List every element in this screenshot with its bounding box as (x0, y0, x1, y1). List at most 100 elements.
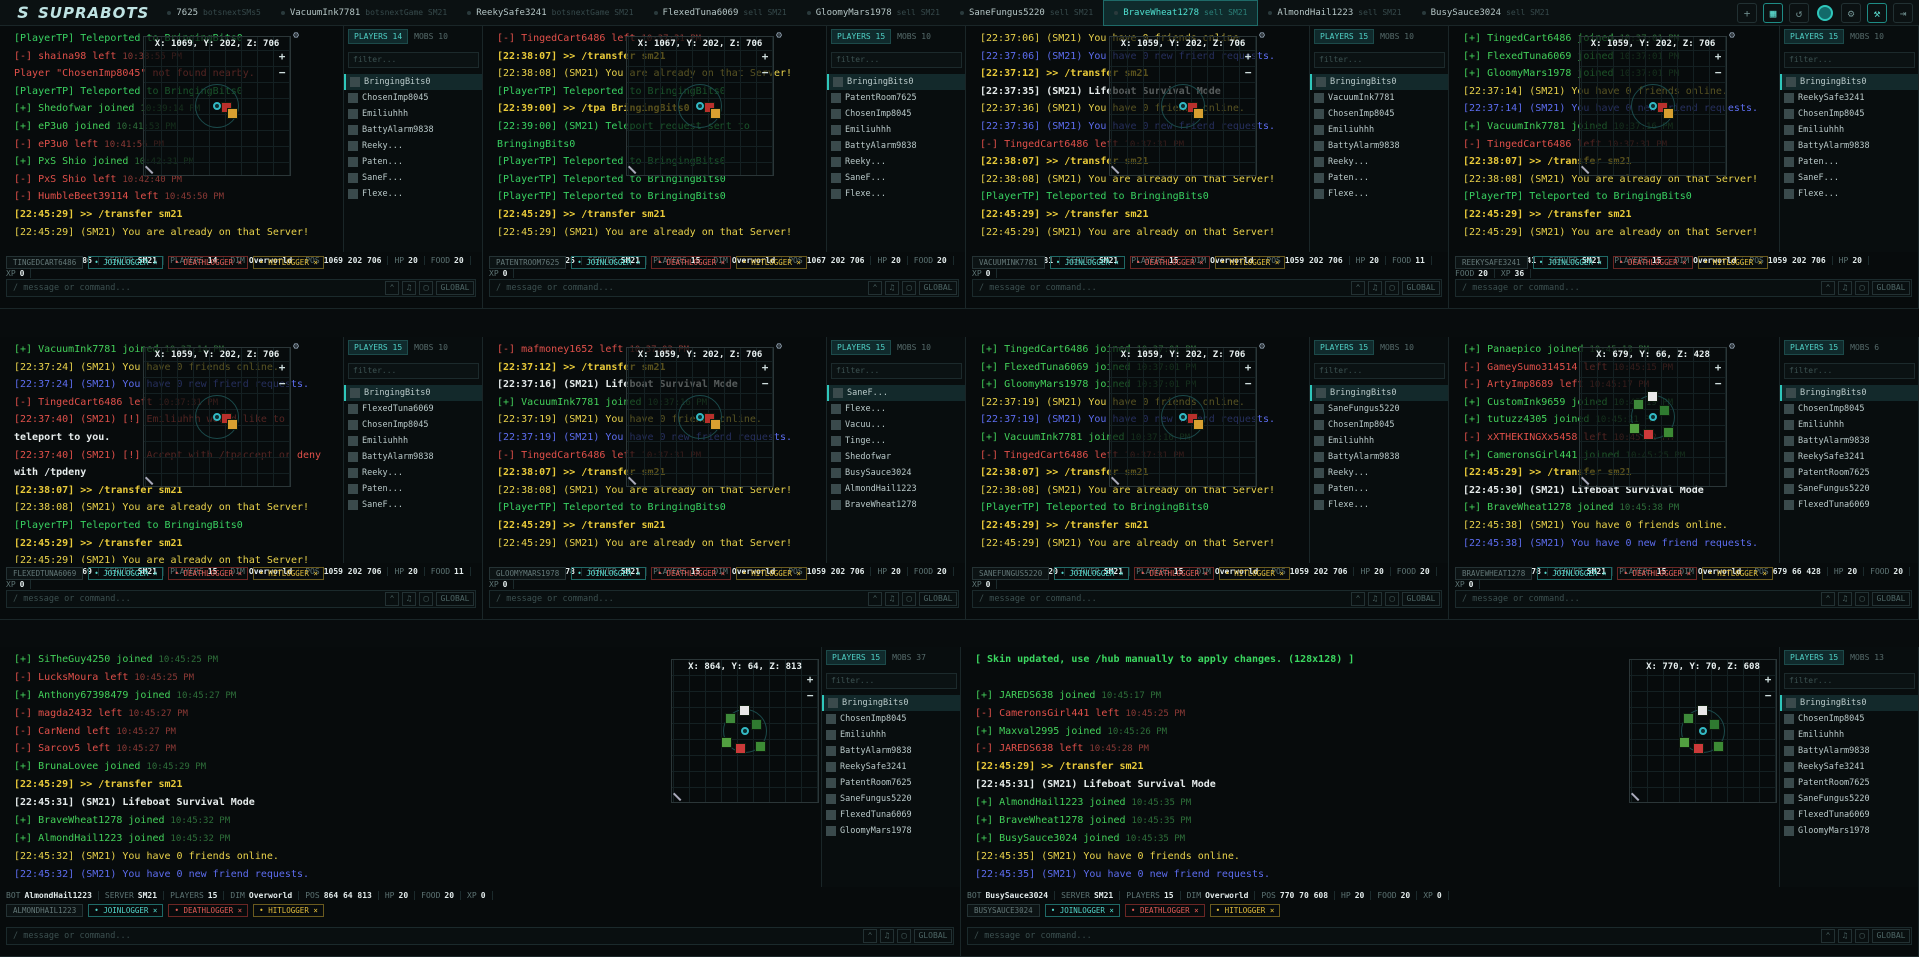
player-list-item[interactable]: Paten... (1310, 170, 1448, 186)
history-icon[interactable]: ↺ (1789, 3, 1809, 23)
player-list-item[interactable]: ChosenImp8045 (1780, 106, 1918, 122)
player-list-item[interactable]: SaneFungus5220 (1310, 401, 1448, 417)
zoom-in-button[interactable]: + (759, 51, 771, 63)
player-list-item[interactable]: AlmondHail1223 (827, 481, 965, 497)
player-list-item[interactable]: FlexedTuna6069 (344, 401, 482, 417)
player-list-item[interactable]: BattyAlarm9838 (822, 743, 960, 759)
deathlogger-tag[interactable]: • DEATHLOGGER × (1129, 256, 1210, 269)
filter-input[interactable]: filter... (1784, 673, 1915, 689)
command-input[interactable]: / message or command... ⌃ ♫ ▢ GLOBAL (489, 279, 959, 297)
joinlogger-tag[interactable]: • JOINLOGGER × (88, 567, 164, 580)
zoom-out-button[interactable]: − (759, 378, 771, 390)
zoom-in-button[interactable]: + (276, 362, 288, 374)
bell-icon[interactable]: ♫ (1368, 281, 1382, 295)
player-list-item[interactable]: BattyAlarm9838 (1780, 743, 1918, 759)
players-tab[interactable]: PLAYERS 14 (348, 28, 409, 44)
bell-icon[interactable]: ♫ (885, 281, 899, 295)
deathlogger-tag[interactable]: • DEATHLOGGER × (1134, 567, 1215, 580)
player-list-item[interactable]: PatentRoom7625 (1780, 465, 1918, 481)
map-settings-icon[interactable]: ⚙ (1259, 341, 1271, 353)
player-list-item[interactable]: Paten... (1780, 154, 1918, 170)
expand-icon[interactable]: ⌃ (1351, 592, 1365, 606)
filter-input[interactable]: filter... (348, 52, 479, 68)
tab-1[interactable]: VacuumInk7781 botsnextGame SM21 (271, 0, 457, 26)
inventory-icon[interactable]: ▢ (1855, 592, 1869, 606)
zoom-in-button[interactable]: + (1712, 51, 1724, 63)
mobs-tab[interactable]: MOBS 10 (1850, 32, 1884, 41)
zoom-out-button[interactable]: − (1242, 378, 1254, 390)
player-list-item[interactable]: Emiliuhhh (827, 122, 965, 138)
map-settings-icon[interactable]: ⚙ (776, 30, 788, 42)
player-list-item[interactable]: SaneF... (827, 170, 965, 186)
player-list-item[interactable]: Flexe... (827, 401, 965, 417)
player-list-item[interactable]: BringingBits0 (827, 74, 965, 90)
zoom-out-button[interactable]: − (1762, 690, 1774, 702)
command-input[interactable]: / message or command... ⌃ ♫ ▢ GLOBAL (6, 590, 476, 608)
hitlogger-tag[interactable]: • HITLOGGER × (1214, 256, 1286, 269)
player-list-item[interactable]: SaneF... (1780, 170, 1918, 186)
player-list-item[interactable]: FlexedTuna6069 (1780, 807, 1918, 823)
mobs-tab[interactable]: MOBS 10 (414, 32, 448, 41)
deathlogger-tag[interactable]: • DEATHLOGGER × (168, 904, 249, 917)
command-input[interactable]: / message or command... ⌃ ♫ ▢ GLOBAL (972, 590, 1442, 608)
player-list-item[interactable]: BraveWheat1278 (827, 497, 965, 513)
filter-input[interactable]: filter... (831, 52, 962, 68)
hitlogger-tag[interactable]: • HITLOGGER × (1219, 567, 1290, 580)
player-list-item[interactable]: Emiliuhhh (344, 433, 482, 449)
joinlogger-tag[interactable]: • JOINLOGGER × (571, 256, 647, 269)
player-list-item[interactable]: ReekySafe3241 (1780, 90, 1918, 106)
zoom-out-button[interactable]: − (1242, 67, 1254, 79)
player-list-item[interactable]: BusySauce3024 (827, 465, 965, 481)
map-settings-icon[interactable]: ⚙ (1729, 30, 1741, 42)
inventory-icon[interactable]: ▢ (1855, 281, 1869, 295)
mobs-tab[interactable]: MOBS 37 (892, 653, 926, 662)
hitlogger-tag[interactable]: • HITLOGGER × (736, 567, 807, 580)
player-list-item[interactable]: BringingBits0 (344, 385, 482, 401)
bell-icon[interactable]: ♫ (1838, 929, 1852, 943)
tab-2[interactable]: ReekySafe3241 botsnextGame SM21 (457, 0, 643, 26)
player-list-item[interactable]: Emiliuhhh (1310, 433, 1448, 449)
hitlogger-tag[interactable]: • HITLOGGER × (1209, 904, 1281, 917)
minimap[interactable]: X: 770, Y: 70, Z: 608 + − (1629, 659, 1777, 803)
player-list-item[interactable]: GloomyMars1978 (1780, 823, 1918, 839)
expand-icon[interactable]: ⌃ (1821, 281, 1835, 295)
player-list-item[interactable]: BringingBits0 (1780, 385, 1918, 401)
minimap[interactable]: X: 679, Y: 66, Z: 428 + − (1579, 347, 1727, 487)
map-settings-icon[interactable]: ⚙ (1729, 341, 1741, 353)
filter-input[interactable]: filter... (831, 363, 962, 379)
player-list-item[interactable]: Reeky... (1310, 154, 1448, 170)
zoom-out-button[interactable]: − (1712, 378, 1724, 390)
player-list-item[interactable]: Flexe... (344, 186, 482, 202)
player-list-item[interactable]: ChosenImp8045 (1310, 106, 1448, 122)
global-toggle[interactable]: GLOBAL (1872, 929, 1910, 943)
player-list-item[interactable]: Paten... (1310, 481, 1448, 497)
player-list-item[interactable]: BattyAlarm9838 (344, 122, 482, 138)
command-input[interactable]: / message or command... ⌃ ♫ ▢ GLOBAL (6, 279, 476, 297)
minimap[interactable]: X: 1069, Y: 202, Z: 706 + − (143, 36, 291, 176)
expand-icon[interactable]: ⌃ (385, 281, 399, 295)
tab-7[interactable]: AlmondHail1223 sell SM21 (1258, 0, 1411, 26)
filter-input[interactable]: filter... (1314, 363, 1445, 379)
expand-icon[interactable]: ⌃ (1351, 281, 1365, 295)
player-list-item[interactable]: ReekySafe3241 (1780, 759, 1918, 775)
deathlogger-tag[interactable]: • DEATHLOGGER × (651, 256, 732, 269)
player-list-item[interactable]: ReekySafe3241 (1780, 449, 1918, 465)
hitlogger-tag[interactable]: • HITLOGGER × (253, 904, 324, 917)
bell-icon[interactable]: ♫ (1368, 592, 1382, 606)
command-input[interactable]: / message or command... ⌃ ♫ ▢ GLOBAL (489, 590, 959, 608)
zoom-in-button[interactable]: + (276, 51, 288, 63)
zoom-out-button[interactable]: − (759, 67, 771, 79)
map-settings-icon[interactable]: ⚙ (293, 30, 305, 42)
expand-icon[interactable]: ⌃ (385, 592, 399, 606)
player-list-item[interactable]: VacuumInk7781 (1310, 90, 1448, 106)
global-toggle[interactable]: GLOBAL (1402, 281, 1440, 295)
minimap[interactable]: X: 1067, Y: 202, Z: 706 + − (626, 36, 774, 176)
player-list-item[interactable]: SaneF... (344, 170, 482, 186)
command-input[interactable]: / message or command... ⌃ ♫ ▢ GLOBAL (1455, 590, 1912, 608)
player-list-item[interactable]: BringingBits0 (1310, 74, 1448, 90)
player-list-item[interactable]: ChosenImp8045 (344, 90, 482, 106)
expand-icon[interactable]: ⌃ (868, 592, 882, 606)
mobs-tab[interactable]: MOBS 10 (1380, 343, 1414, 352)
player-list-item[interactable]: BringingBits0 (1310, 385, 1448, 401)
deathlogger-tag[interactable]: • DEATHLOGGER × (651, 567, 732, 580)
